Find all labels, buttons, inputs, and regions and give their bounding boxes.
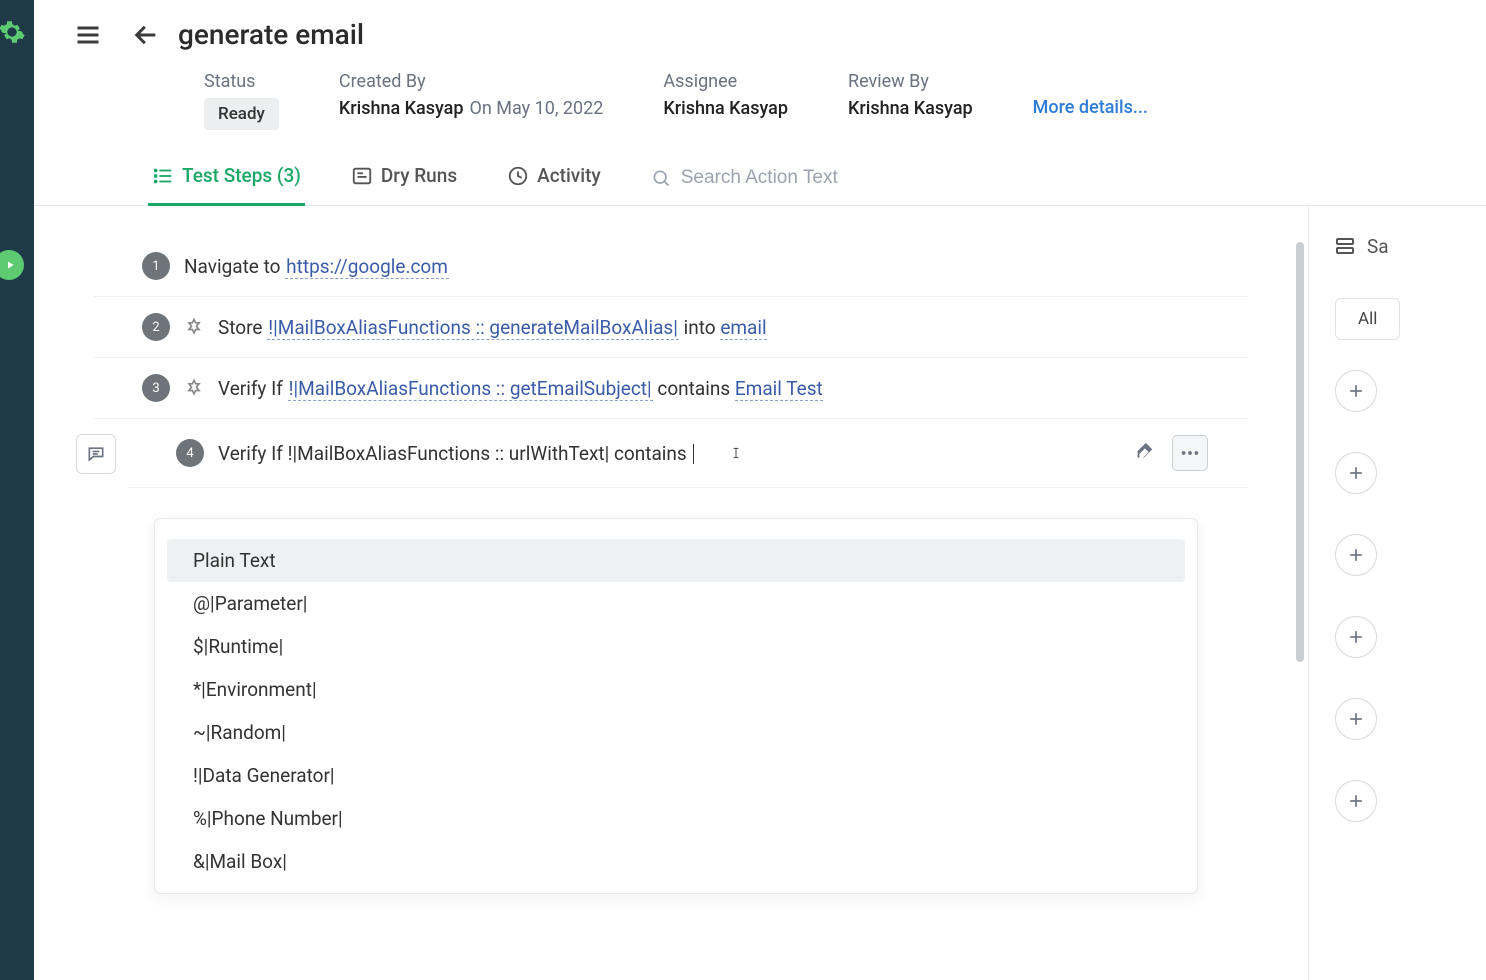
test-step-row[interactable]: 1 Navigate to https://google.com <box>94 236 1248 297</box>
add-button[interactable] <box>1335 780 1377 822</box>
add-button[interactable] <box>1335 534 1377 576</box>
meta-bar: Status Ready Created By Krishna KasyapOn… <box>34 61 1486 150</box>
dropdown-item[interactable]: *|Environment| <box>167 668 1185 711</box>
dropdown-item[interactable]: Plain Text <box>167 539 1185 582</box>
addon-icon <box>184 378 204 398</box>
step-text: Store !|MailBoxAliasFunctions :: generat… <box>218 316 1208 339</box>
steps-area: 1 Navigate to https://google.com 2 Store… <box>34 206 1308 980</box>
left-nav-rail <box>0 0 34 980</box>
search-block <box>651 167 921 189</box>
assignee-value: Krishna Kasyap <box>663 98 788 119</box>
step-function[interactable]: !|MailBoxAliasFunctions :: getEmailSubje… <box>288 377 653 401</box>
tab-label: Dry Runs <box>381 164 457 187</box>
dropdown-item[interactable]: !|Data Generator| <box>167 754 1185 797</box>
addon-icon <box>184 317 204 337</box>
tab-dry-runs[interactable]: Dry Runs <box>351 150 457 205</box>
status-badge[interactable]: Ready <box>204 98 279 130</box>
gear-icon[interactable] <box>0 18 26 46</box>
search-input[interactable] <box>681 167 921 189</box>
play-button[interactable] <box>0 250 24 280</box>
page-title: generate email <box>178 18 364 51</box>
review-by-label: Review By <box>848 71 973 92</box>
tab-label: Test Steps (3) <box>182 164 301 187</box>
tab-test-steps[interactable]: Test Steps (3) <box>152 150 301 205</box>
chat-icon <box>86 444 106 464</box>
step-number: 3 <box>142 374 170 402</box>
add-button[interactable] <box>1335 370 1377 412</box>
tab-activity[interactable]: Activity <box>507 150 601 205</box>
more-details-link[interactable]: More details... <box>1033 71 1148 118</box>
step-text-editor[interactable]: Verify If !|MailBoxAliasFunctions :: url… <box>218 442 1112 465</box>
test-step-row[interactable]: 2 Store !|MailBoxAliasFunctions :: gener… <box>94 297 1248 358</box>
menu-icon[interactable] <box>74 21 102 49</box>
right-panel: Sa All <box>1308 206 1486 980</box>
step-text: Verify If !|MailBoxAliasFunctions :: get… <box>218 377 1208 400</box>
dropdown-item[interactable]: %|Phone Number| <box>167 797 1185 840</box>
more-options-button[interactable] <box>1172 435 1208 471</box>
topbar: generate email <box>34 0 1486 61</box>
dropdown-item[interactable]: ~|Random| <box>167 711 1185 754</box>
assignee-label: Assignee <box>663 71 788 92</box>
erase-button[interactable] <box>1126 435 1162 471</box>
back-icon[interactable] <box>132 21 160 49</box>
step-variable[interactable]: email <box>720 316 766 340</box>
test-step-row-active[interactable]: 4 Verify If !|MailBoxAliasFunctions :: u… <box>128 419 1248 488</box>
search-icon <box>651 168 671 188</box>
layers-icon <box>1333 234 1357 258</box>
step-url[interactable]: https://google.com <box>285 255 449 279</box>
step-number: 1 <box>142 252 170 280</box>
add-button[interactable] <box>1335 698 1377 740</box>
add-button[interactable] <box>1335 452 1377 494</box>
created-by-value: Krishna KasyapOn May 10, 2022 <box>339 98 604 119</box>
test-step-row[interactable]: 3 Verify If !|MailBoxAliasFunctions :: g… <box>94 358 1248 419</box>
filter-all-chip[interactable]: All <box>1335 298 1400 340</box>
text-cursor <box>693 444 694 464</box>
dropdown-item[interactable]: &|Mail Box| <box>167 840 1185 883</box>
text-caret-icon <box>729 442 743 465</box>
step-number: 4 <box>176 439 204 467</box>
tabs-row: Test Steps (3) Dry Runs Activity <box>34 150 1486 206</box>
dropdown-item[interactable]: $|Runtime| <box>167 625 1185 668</box>
add-button[interactable] <box>1335 616 1377 658</box>
step-type-indicator[interactable] <box>76 434 116 474</box>
review-by-value: Krishna Kasyap <box>848 98 973 119</box>
save-row[interactable]: Sa <box>1333 234 1486 258</box>
step-value[interactable]: Email Test <box>735 377 823 401</box>
scrollbar[interactable] <box>1296 242 1304 662</box>
step-number: 2 <box>142 313 170 341</box>
tab-label: Activity <box>537 164 601 187</box>
autocomplete-dropdown: Plain Text @|Parameter| $|Runtime| *|Env… <box>154 518 1198 894</box>
created-by-label: Created By <box>339 71 604 92</box>
status-label: Status <box>204 71 279 92</box>
dropdown-item[interactable]: @|Parameter| <box>167 582 1185 625</box>
step-text: Navigate to https://google.com <box>184 255 1208 278</box>
step-function[interactable]: !|MailBoxAliasFunctions :: generateMailB… <box>267 316 679 340</box>
